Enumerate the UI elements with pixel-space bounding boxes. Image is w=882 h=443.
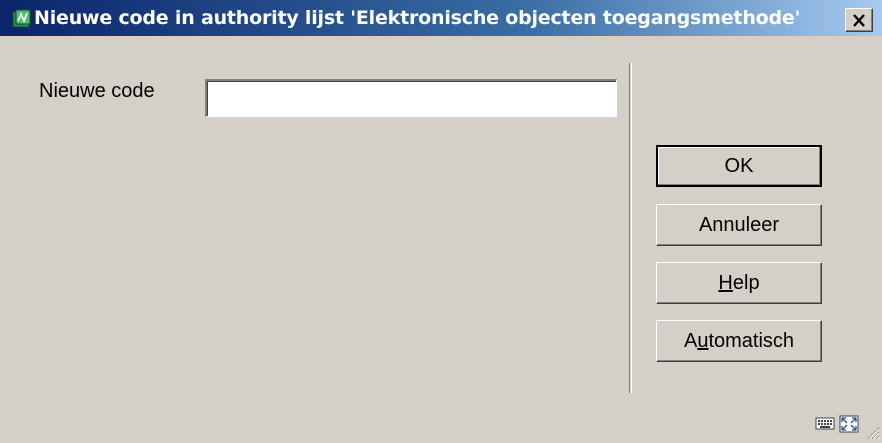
app-icon: [12, 9, 31, 28]
close-button[interactable]: [845, 8, 873, 32]
title-bar[interactable]: Nieuwe code in authority lijst 'Elektron…: [0, 0, 882, 36]
help-button[interactable]: Help: [656, 262, 822, 304]
keyboard-icon[interactable]: [815, 415, 835, 431]
close-icon: [853, 13, 865, 27]
vertical-divider: [629, 63, 632, 393]
resize-icon[interactable]: [839, 415, 859, 433]
automatisch-button-label: Automatisch: [683, 329, 795, 352]
ok-button[interactable]: OK: [656, 145, 822, 187]
new-code-label: Nieuwe code: [39, 80, 155, 102]
new-code-input[interactable]: [205, 79, 617, 117]
automatisch-button[interactable]: Automatisch: [656, 320, 822, 362]
resize-grip-icon[interactable]: [864, 424, 880, 440]
help-button-label: Help: [718, 271, 760, 294]
ok-button-label: OK: [724, 154, 754, 177]
dialog-window: Nieuwe code in authority lijst 'Elektron…: [0, 0, 882, 443]
cancel-button-label: Annuleer: [698, 213, 780, 236]
status-icons: [815, 415, 859, 433]
cancel-button[interactable]: Annuleer: [656, 204, 822, 246]
window-title: Nieuwe code in authority lijst 'Elektron…: [34, 7, 801, 29]
